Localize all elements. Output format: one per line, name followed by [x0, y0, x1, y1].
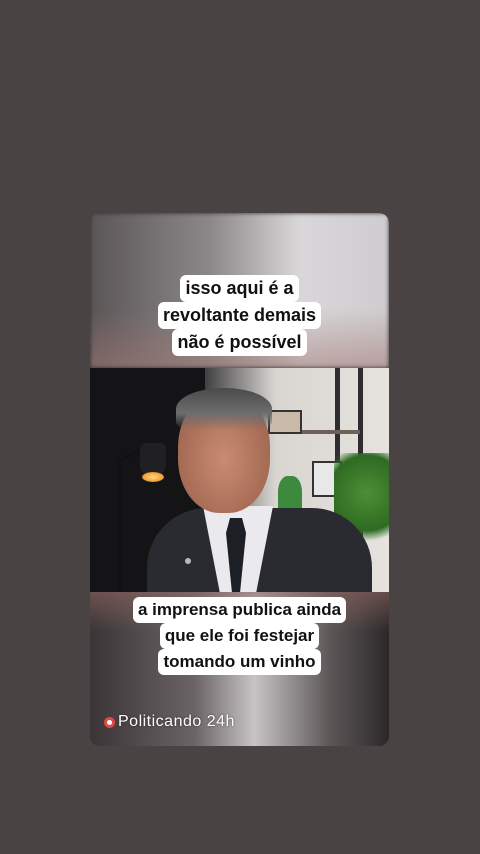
caption-line: tomando um vinho — [158, 649, 321, 675]
lamp-light — [142, 472, 164, 482]
caption-line: a imprensa publica ainda — [132, 597, 347, 623]
story-card[interactable]: isso aqui é a revoltante demais não é po… — [90, 213, 389, 746]
picture-frame — [268, 410, 302, 434]
caption-line: revoltante demais — [157, 302, 322, 329]
caption-bottom: a imprensa publica ainda que ele foi fes… — [90, 597, 389, 675]
watermark: Politicando 24h — [104, 713, 235, 731]
video-frame[interactable] — [90, 368, 389, 592]
record-icon — [104, 716, 115, 728]
person-hair — [176, 388, 272, 430]
caption-line: isso aqui é a — [180, 275, 299, 302]
watermark-text: Politicando 24h — [118, 713, 235, 730]
lamp-pole — [118, 463, 121, 592]
lapel-pin — [185, 558, 191, 564]
caption-line: não é possível — [172, 329, 307, 356]
lamp-head — [140, 443, 166, 475]
caption-top: isso aqui é a revoltante demais não é po… — [90, 275, 389, 356]
caption-line: que ele foi festejar — [159, 623, 320, 649]
